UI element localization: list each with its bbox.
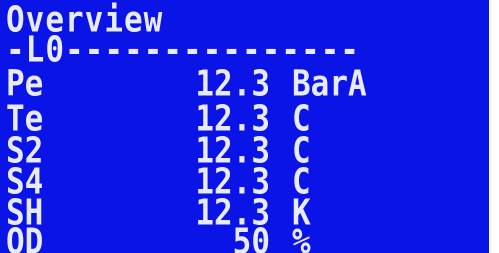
reading-row-od: OD 50 %: [0, 221, 489, 253]
reading-value: 50: [232, 221, 270, 253]
reading-unit: %: [292, 221, 311, 253]
lcd-display: Overview -L0--------------- Pe 12.3 BarA…: [0, 0, 489, 253]
reading-row-pe: Pe 12.3 BarA: [0, 63, 489, 105]
reading-label: OD: [6, 221, 44, 253]
reading-unit: BarA: [292, 63, 367, 105]
reading-value: 12.3: [195, 63, 270, 105]
reading-label: Pe: [6, 63, 44, 105]
